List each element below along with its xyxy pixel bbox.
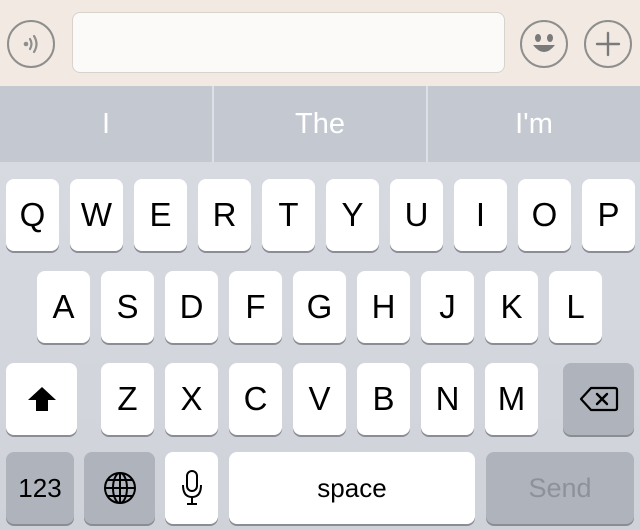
key-a[interactable]: A [37,271,90,343]
key-f[interactable]: F [229,271,282,343]
messaging-keyboard-screen: I The I'm Q W E R T Y U I O P A S D F G … [0,0,640,530]
dictation-key[interactable] [165,452,218,524]
key-w[interactable]: W [70,179,123,251]
key-l[interactable]: L [549,271,602,343]
key-b[interactable]: B [357,363,410,435]
shift-key[interactable] [6,363,77,435]
add-attachment-button[interactable] [584,20,632,68]
key-h[interactable]: H [357,271,410,343]
key-i[interactable]: I [454,179,507,251]
globe-key[interactable] [84,452,155,524]
key-m[interactable]: M [485,363,538,435]
key-x[interactable]: X [165,363,218,435]
globe-icon [102,470,138,506]
message-input-bar [0,0,640,86]
backspace-icon [579,385,619,413]
key-s[interactable]: S [101,271,154,343]
space-key[interactable]: space [229,452,475,524]
numbers-key[interactable]: 123 [6,452,74,524]
shift-arrow-icon [26,385,58,413]
key-c[interactable]: C [229,363,282,435]
key-n[interactable]: N [421,363,474,435]
key-g[interactable]: G [293,271,346,343]
send-key[interactable]: Send [486,452,634,524]
voice-message-button[interactable] [7,20,55,68]
key-y[interactable]: Y [326,179,379,251]
key-o[interactable]: O [518,179,571,251]
microphone-icon [180,469,204,507]
voice-waves-icon [18,31,44,57]
key-p[interactable]: P [582,179,635,251]
key-r[interactable]: R [198,179,251,251]
key-q[interactable]: Q [6,179,59,251]
suggestion-3[interactable]: I'm [426,86,640,162]
predictive-suggestion-bar: I The I'm [0,86,640,162]
key-j[interactable]: J [421,271,474,343]
message-input[interactable] [72,12,505,73]
key-z[interactable]: Z [101,363,154,435]
key-e[interactable]: E [134,179,187,251]
suggestion-2[interactable]: The [212,86,426,162]
key-d[interactable]: D [165,271,218,343]
plus-icon [593,29,623,59]
key-v[interactable]: V [293,363,346,435]
backspace-key[interactable] [563,363,634,435]
smiley-face-icon [524,24,564,64]
suggestion-1[interactable]: I [0,86,212,162]
emoji-button[interactable] [520,20,568,68]
key-t[interactable]: T [262,179,315,251]
key-k[interactable]: K [485,271,538,343]
keyboard: Q W E R T Y U I O P A S D F G H J K L Z … [0,162,640,530]
key-u[interactable]: U [390,179,443,251]
